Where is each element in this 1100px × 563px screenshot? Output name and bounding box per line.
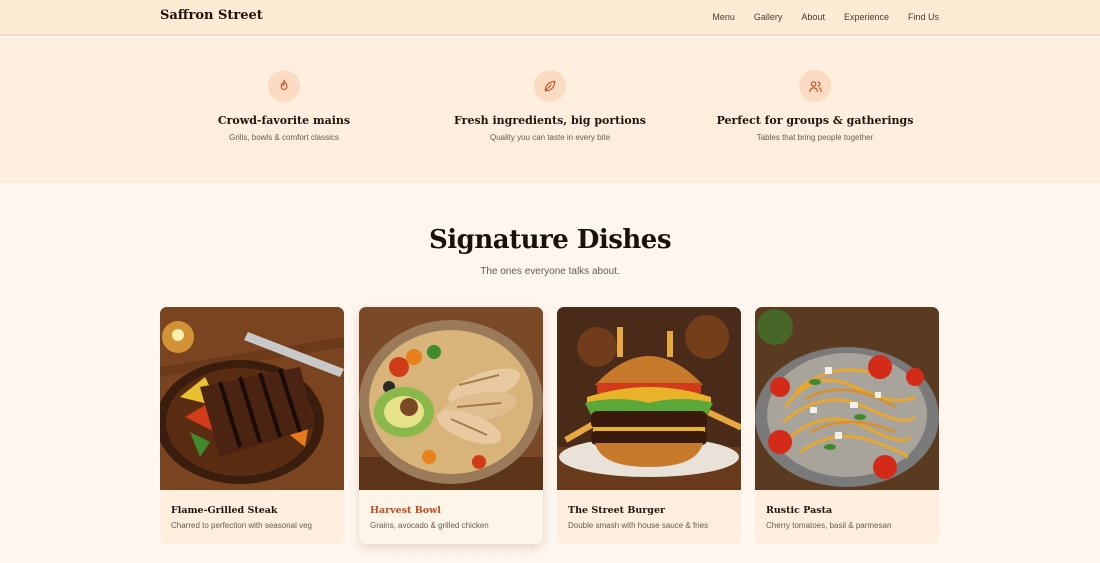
dish-title: Flame-Grilled Steak bbox=[171, 505, 278, 516]
feature-subtitle: Grills, bowls & comfort classics bbox=[229, 133, 339, 142]
dish-title: Rustic Pasta bbox=[766, 505, 833, 516]
dish-description: Grains, avocado & grilled chicken bbox=[370, 521, 489, 530]
features-section: Crowd-favorite mains Grills, bowls & com… bbox=[0, 38, 1100, 183]
pasta-image bbox=[755, 307, 939, 490]
nav-link-gallery[interactable]: Gallery bbox=[754, 12, 783, 22]
dish-description: Cherry tomatoes, basil & parmesan bbox=[766, 521, 892, 530]
feature-title: Crowd-favorite mains bbox=[217, 114, 351, 127]
leaf-icon bbox=[534, 70, 566, 102]
feature-item: Crowd-favorite mains Grills, bowls & com… bbox=[154, 70, 414, 142]
burger-image bbox=[557, 307, 741, 490]
section-title: Signature Dishes bbox=[429, 225, 671, 255]
harvest-bowl-image bbox=[359, 307, 543, 490]
feature-item: Perfect for groups & gatherings Tables t… bbox=[685, 70, 945, 142]
dish-title: The Street Burger bbox=[568, 505, 665, 516]
brand-logo[interactable]: Saffron Street bbox=[160, 8, 263, 23]
nav-links: Menu Gallery About Experience Find Us bbox=[712, 12, 939, 22]
people-icon bbox=[799, 70, 831, 102]
feature-title: Perfect for groups & gatherings bbox=[716, 114, 914, 127]
dish-card-street-burger[interactable]: The Street Burger Double smash with hous… bbox=[557, 307, 741, 544]
top-nav: Saffron Street Menu Gallery About Experi… bbox=[0, 0, 1100, 36]
feature-subtitle: Tables that bring people together bbox=[756, 133, 874, 142]
dish-card-harvest-bowl[interactable]: Harvest Bowl Grains, avocado & grilled c… bbox=[359, 307, 543, 544]
nav-link-about[interactable]: About bbox=[801, 12, 825, 22]
dish-description: Double smash with house sauce & fries bbox=[568, 521, 709, 530]
feature-title: Fresh ingredients, big portions bbox=[454, 114, 646, 127]
nav-link-find-us[interactable]: Find Us bbox=[908, 12, 939, 22]
dish-description: Charred to perfection with seasonal veg bbox=[171, 521, 312, 530]
nav-link-menu[interactable]: Menu bbox=[712, 12, 735, 22]
dish-title: Harvest Bowl bbox=[370, 505, 441, 516]
dish-card-steak[interactable]: Flame-Grilled Steak Charred to perfectio… bbox=[160, 307, 344, 544]
steak-image bbox=[160, 307, 344, 490]
flame-icon bbox=[268, 70, 300, 102]
section-subtitle: The ones everyone talks about. bbox=[480, 266, 620, 277]
feature-subtitle: Quality you can taste in every bite bbox=[489, 133, 611, 142]
nav-link-experience[interactable]: Experience bbox=[844, 12, 889, 22]
feature-item: Fresh ingredients, big portions Quality … bbox=[420, 70, 680, 142]
dish-card-rustic-pasta[interactable]: Rustic Pasta Cherry tomatoes, basil & pa… bbox=[755, 307, 939, 544]
